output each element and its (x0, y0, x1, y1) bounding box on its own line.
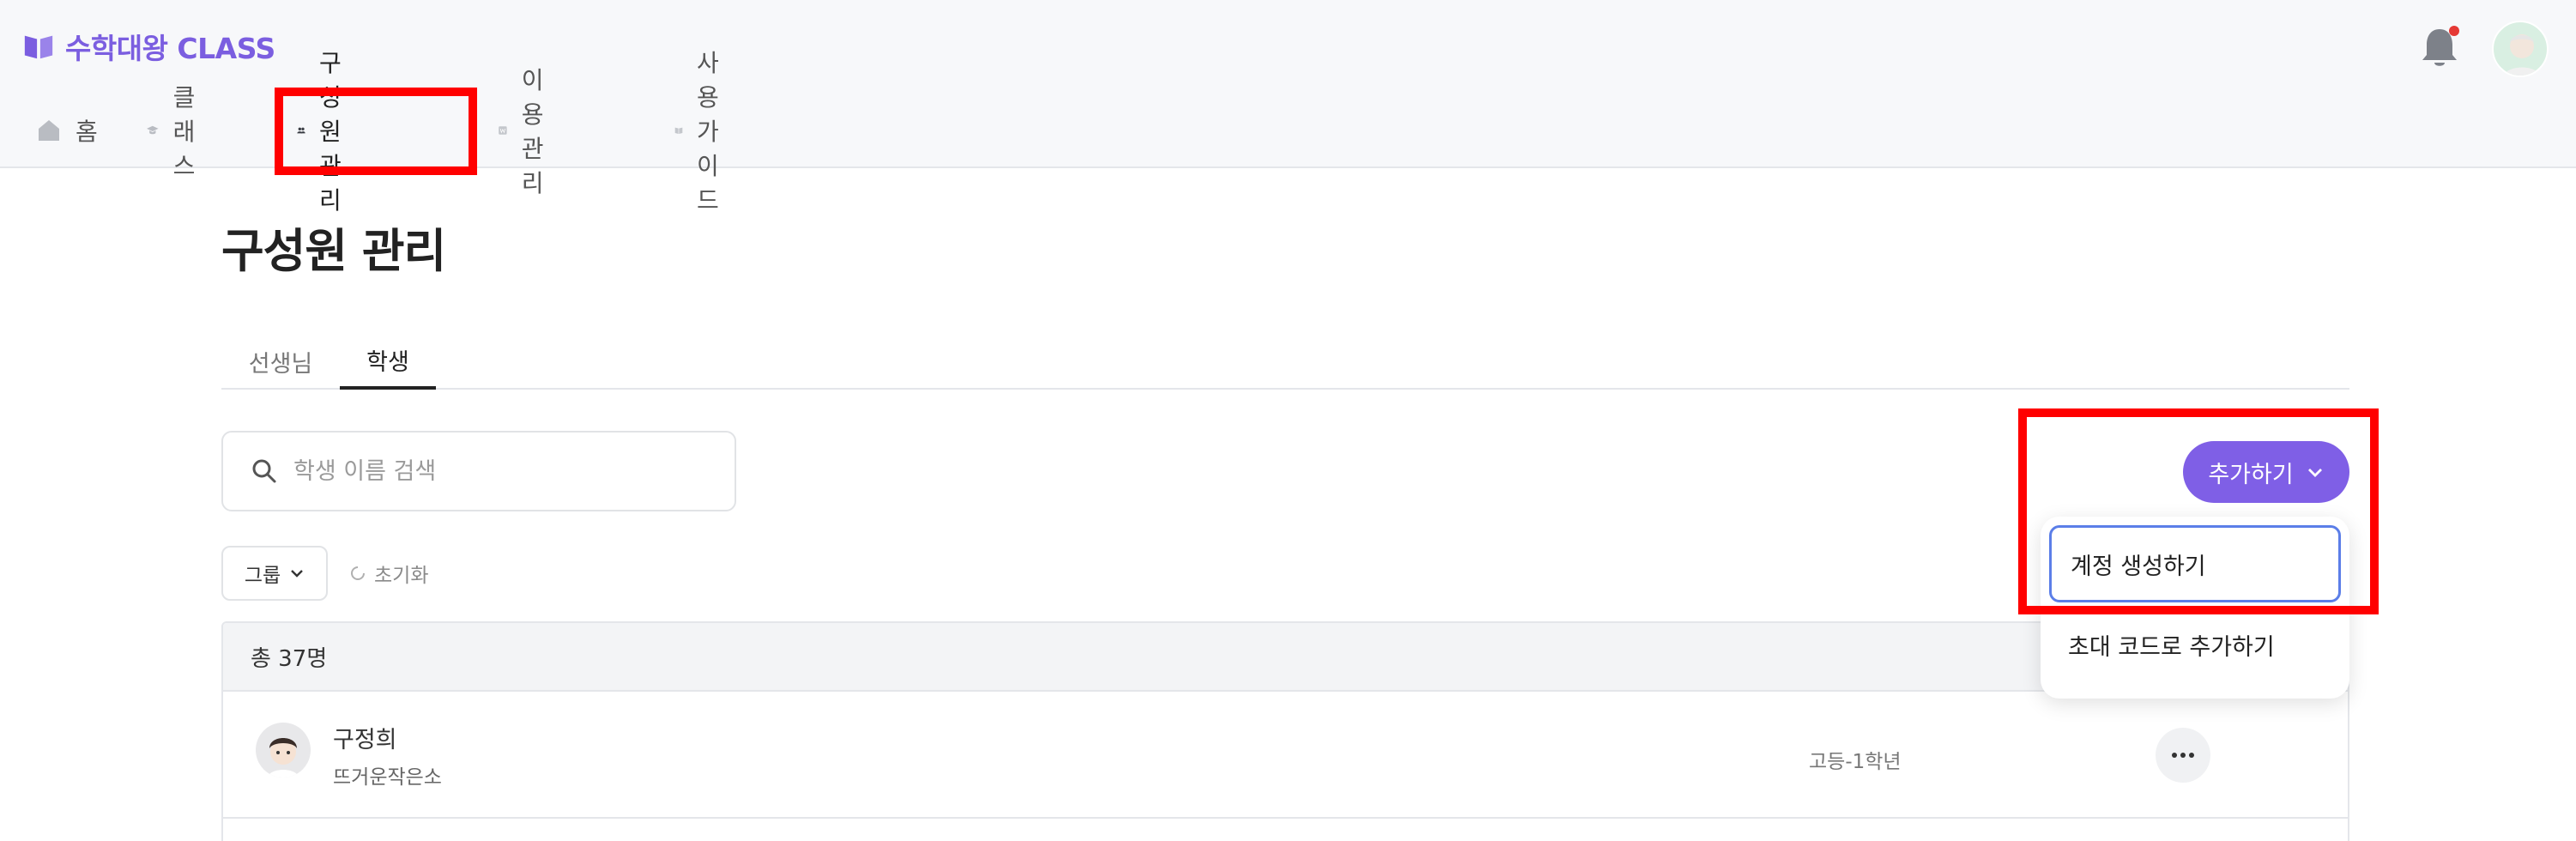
user-avatar[interactable] (2492, 21, 2549, 77)
student-grade: 고등-1학년 (1809, 751, 1902, 773)
users-icon (297, 127, 305, 134)
table-header: 총 37명 (223, 623, 2348, 692)
avatar-icon (268, 738, 299, 777)
total-count: 총 37명 (251, 645, 328, 672)
add-button[interactable]: 추가하기 (2183, 441, 2349, 503)
nav-item-class[interactable]: 클래스 (146, 83, 208, 180)
nav-item-members[interactable]: 구성원 관리 (297, 49, 359, 215)
avatar-icon (2503, 34, 2541, 76)
search-input[interactable] (293, 457, 723, 485)
reset-label: 초기화 (374, 565, 429, 587)
more-horizontal-icon (2172, 753, 2194, 758)
invite-code-option[interactable]: 초대 코드로 추가하기 (2049, 606, 2341, 683)
notification-button[interactable] (2418, 26, 2461, 70)
open-book-icon (24, 35, 53, 59)
student-nickname: 뜨거운작은소 (333, 766, 442, 789)
group-filter-button[interactable]: 그룹 (221, 546, 328, 601)
table-row[interactable]: 구정희 뜨거운작은소 고등-1학년 (223, 692, 2348, 819)
student-avatar (256, 723, 311, 777)
won-card-icon (499, 126, 507, 135)
search-icon (252, 459, 276, 483)
more-options-button[interactable] (2156, 728, 2210, 783)
member-tabs: 선생님 학생 (221, 333, 2349, 390)
tab-teachers[interactable]: 선생님 (221, 333, 340, 390)
notification-dot (2449, 26, 2459, 36)
book-icon (674, 127, 683, 134)
page-title: 구성원 관리 (221, 224, 446, 278)
graduation-cap-icon (147, 125, 159, 135)
nav-item-home[interactable]: 홈 (36, 103, 98, 158)
student-name: 구정희 (333, 727, 397, 753)
nav-item-label: 클래스 (172, 83, 196, 180)
nav-item-label: 사용 가이드 (696, 49, 719, 215)
add-button-label: 추가하기 (2208, 461, 2294, 488)
student-search-box (221, 431, 736, 511)
home-icon (39, 120, 59, 141)
tab-students[interactable]: 학생 (340, 333, 436, 390)
nav-item-label: 홈 (76, 118, 98, 146)
group-filter-label: 그룹 (244, 565, 281, 587)
student-table: 총 37명 구정희 뜨거운작은소 고등-1학년 (221, 621, 2349, 841)
brand-name: 수학대왕 CLASS (65, 32, 275, 65)
top-header: 수학대왕 CLASS 홈 클래스 구성원 관리 이용 관리 사용 가이드 (0, 0, 2576, 215)
nav-item-label: 구성원 관리 (318, 49, 342, 215)
add-dropdown-menu: 계정 생성하기 초대 코드로 추가하기 (2041, 517, 2349, 699)
reset-filter-button[interactable]: 초기화 (348, 546, 428, 601)
chevron-down-icon (291, 570, 304, 578)
refresh-icon (351, 566, 365, 580)
create-account-option[interactable]: 계정 생성하기 (2049, 525, 2341, 602)
brand-logo[interactable]: 수학대왕 CLASS (22, 26, 275, 67)
nav-item-usage[interactable]: 이용 관리 (498, 66, 559, 197)
nav-item-label: 이용 관리 (521, 66, 544, 197)
chevron-down-icon (2307, 469, 2322, 477)
nav-item-guide[interactable]: 사용 가이드 (674, 49, 736, 215)
